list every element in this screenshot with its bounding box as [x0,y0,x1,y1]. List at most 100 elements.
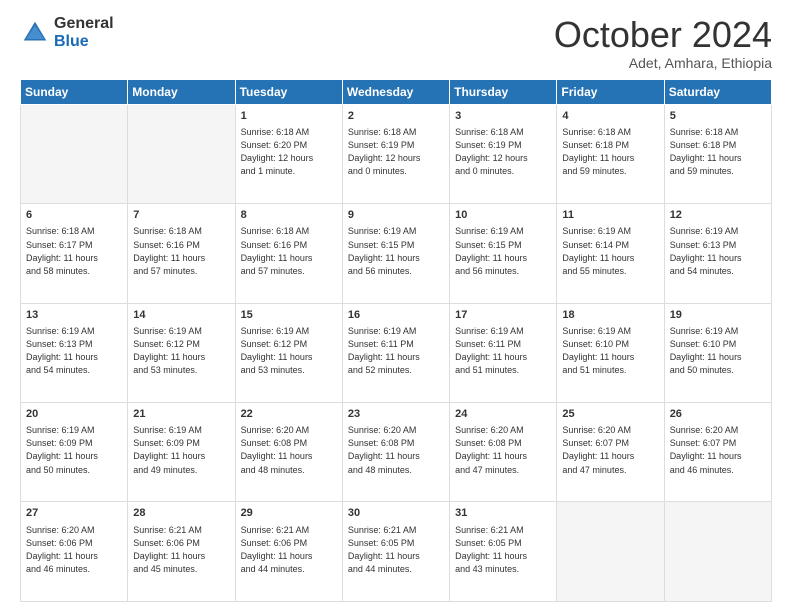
day-number: 15 [241,308,337,323]
day-info: Sunrise: 6:19 AM Sunset: 6:09 PM Dayligh… [133,424,229,476]
calendar-body: 1Sunrise: 6:18 AM Sunset: 6:20 PM Daylig… [21,104,772,601]
logo-icon [20,18,50,48]
day-info: Sunrise: 6:18 AM Sunset: 6:17 PM Dayligh… [26,225,122,277]
day-number: 25 [562,407,658,422]
day-info: Sunrise: 6:18 AM Sunset: 6:19 PM Dayligh… [348,126,444,178]
calendar-cell: 5 Sunrise: 6:18 AM Sunset: 6:18 PM Daylig… [664,104,771,203]
day-of-week-header: Wednesday [342,79,449,104]
calendar-cell: 2 Sunrise: 6:18 AM Sunset: 6:19 PM Daylig… [342,104,449,203]
day-of-week-header: Sunday [21,79,128,104]
day-number: 7 [133,208,229,223]
calendar-cell: 3Sunrise: 6:18 AM Sunset: 6:19 PM Daylig… [450,104,557,203]
month-title: October 2024 [554,15,772,55]
calendar-week-row: 6 Sunrise: 6:18 AM Sunset: 6:17 PM Daylig… [21,204,772,303]
day-info: Sunrise: 6:20 AM Sunset: 6:07 PM Dayligh… [670,424,766,476]
calendar-cell: 14 Sunrise: 6:19 AM Sunset: 6:12 PM Dayli… [128,303,235,402]
calendar-week-row: 27Sunrise: 6:20 AM Sunset: 6:06 PM Dayli… [21,502,772,602]
calendar-cell: 23 Sunrise: 6:20 AM Sunset: 6:08 PM Dayli… [342,403,449,502]
day-number: 2 [348,109,444,124]
day-number: 14 [133,308,229,323]
day-number: 6 [26,208,122,223]
day-info: Sunrise: 6:21 AM Sunset: 6:05 PM Dayligh… [348,524,444,576]
calendar-cell [557,502,664,602]
day-info: Sunrise: 6:20 AM Sunset: 6:08 PM Dayligh… [348,424,444,476]
day-info: Sunrise: 6:20 AM Sunset: 6:08 PM Dayligh… [455,424,551,476]
calendar-cell [664,502,771,602]
day-of-week-header: Tuesday [235,79,342,104]
day-info: Sunrise: 6:21 AM Sunset: 6:05 PM Dayligh… [455,524,551,576]
calendar-cell: 6 Sunrise: 6:18 AM Sunset: 6:17 PM Daylig… [21,204,128,303]
day-number: 10 [455,208,551,223]
calendar-cell: 22Sunrise: 6:20 AM Sunset: 6:08 PM Dayli… [235,403,342,502]
day-number: 31 [455,506,551,521]
day-number: 5 [670,109,766,124]
day-number: 8 [241,208,337,223]
calendar-cell: 29Sunrise: 6:21 AM Sunset: 6:06 PM Dayli… [235,502,342,602]
day-number: 3 [455,109,551,124]
day-number: 17 [455,308,551,323]
calendar-cell: 8 Sunrise: 6:18 AM Sunset: 6:16 PM Daylig… [235,204,342,303]
day-info: Sunrise: 6:18 AM Sunset: 6:18 PM Dayligh… [562,126,658,178]
day-number: 13 [26,308,122,323]
day-number: 23 [348,407,444,422]
logo: General Blue [20,15,114,50]
day-info: Sunrise: 6:19 AM Sunset: 6:12 PM Dayligh… [133,325,229,377]
day-info: Sunrise: 6:20 AM Sunset: 6:06 PM Dayligh… [26,524,122,576]
calendar-cell [21,104,128,203]
calendar-cell: 24Sunrise: 6:20 AM Sunset: 6:08 PM Dayli… [450,403,557,502]
day-of-week-header: Monday [128,79,235,104]
calendar-week-row: 20 Sunrise: 6:19 AM Sunset: 6:09 PM Dayli… [21,403,772,502]
logo-general: General [54,15,114,33]
day-number: 20 [26,407,122,422]
day-number: 1 [241,109,337,124]
day-number: 16 [348,308,444,323]
calendar-cell: 17 Sunrise: 6:19 AM Sunset: 6:11 PM Dayli… [450,303,557,402]
calendar-cell: 28Sunrise: 6:21 AM Sunset: 6:06 PM Dayli… [128,502,235,602]
day-number: 21 [133,407,229,422]
day-info: Sunrise: 6:19 AM Sunset: 6:15 PM Dayligh… [455,225,551,277]
calendar-cell: 1Sunrise: 6:18 AM Sunset: 6:20 PM Daylig… [235,104,342,203]
day-info: Sunrise: 6:19 AM Sunset: 6:11 PM Dayligh… [455,325,551,377]
calendar-cell: 9Sunrise: 6:19 AM Sunset: 6:15 PM Daylig… [342,204,449,303]
day-info: Sunrise: 6:19 AM Sunset: 6:11 PM Dayligh… [348,325,444,377]
logo-text: General Blue [54,15,114,50]
day-info: Sunrise: 6:19 AM Sunset: 6:10 PM Dayligh… [670,325,766,377]
calendar-cell: 30 Sunrise: 6:21 AM Sunset: 6:05 PM Dayli… [342,502,449,602]
calendar-cell: 31 Sunrise: 6:21 AM Sunset: 6:05 PM Dayli… [450,502,557,602]
day-of-week-header: Thursday [450,79,557,104]
day-info: Sunrise: 6:18 AM Sunset: 6:16 PM Dayligh… [241,225,337,277]
calendar-cell: 7 Sunrise: 6:18 AM Sunset: 6:16 PM Daylig… [128,204,235,303]
calendar-cell: 26Sunrise: 6:20 AM Sunset: 6:07 PM Dayli… [664,403,771,502]
calendar-cell: 11Sunrise: 6:19 AM Sunset: 6:14 PM Dayli… [557,204,664,303]
day-number: 18 [562,308,658,323]
calendar-cell [128,104,235,203]
day-number: 29 [241,506,337,521]
calendar-cell: 13 Sunrise: 6:19 AM Sunset: 6:13 PM Dayli… [21,303,128,402]
calendar-cell: 20 Sunrise: 6:19 AM Sunset: 6:09 PM Dayli… [21,403,128,502]
day-number: 30 [348,506,444,521]
header-row: SundayMondayTuesdayWednesdayThursdayFrid… [21,79,772,104]
day-info: Sunrise: 6:18 AM Sunset: 6:18 PM Dayligh… [670,126,766,178]
calendar-cell: 18 Sunrise: 6:19 AM Sunset: 6:10 PM Dayli… [557,303,664,402]
day-info: Sunrise: 6:19 AM Sunset: 6:09 PM Dayligh… [26,424,122,476]
day-info: Sunrise: 6:18 AM Sunset: 6:16 PM Dayligh… [133,225,229,277]
calendar-cell: 15Sunrise: 6:19 AM Sunset: 6:12 PM Dayli… [235,303,342,402]
calendar-cell: 21 Sunrise: 6:19 AM Sunset: 6:09 PM Dayli… [128,403,235,502]
day-info: Sunrise: 6:19 AM Sunset: 6:13 PM Dayligh… [670,225,766,277]
day-info: Sunrise: 6:19 AM Sunset: 6:10 PM Dayligh… [562,325,658,377]
logo-blue: Blue [54,33,114,51]
day-info: Sunrise: 6:19 AM Sunset: 6:14 PM Dayligh… [562,225,658,277]
day-of-week-header: Saturday [664,79,771,104]
calendar-cell: 16 Sunrise: 6:19 AM Sunset: 6:11 PM Dayli… [342,303,449,402]
location-subtitle: Adet, Amhara, Ethiopia [554,55,772,71]
calendar-header: SundayMondayTuesdayWednesdayThursdayFrid… [21,79,772,104]
title-block: October 2024 Adet, Amhara, Ethiopia [554,15,772,71]
day-number: 4 [562,109,658,124]
calendar-week-row: 13 Sunrise: 6:19 AM Sunset: 6:13 PM Dayli… [21,303,772,402]
calendar-week-row: 1Sunrise: 6:18 AM Sunset: 6:20 PM Daylig… [21,104,772,203]
day-info: Sunrise: 6:19 AM Sunset: 6:13 PM Dayligh… [26,325,122,377]
page: General Blue October 2024 Adet, Amhara, … [0,0,792,612]
day-number: 28 [133,506,229,521]
day-info: Sunrise: 6:19 AM Sunset: 6:15 PM Dayligh… [348,225,444,277]
calendar-cell: 12Sunrise: 6:19 AM Sunset: 6:13 PM Dayli… [664,204,771,303]
